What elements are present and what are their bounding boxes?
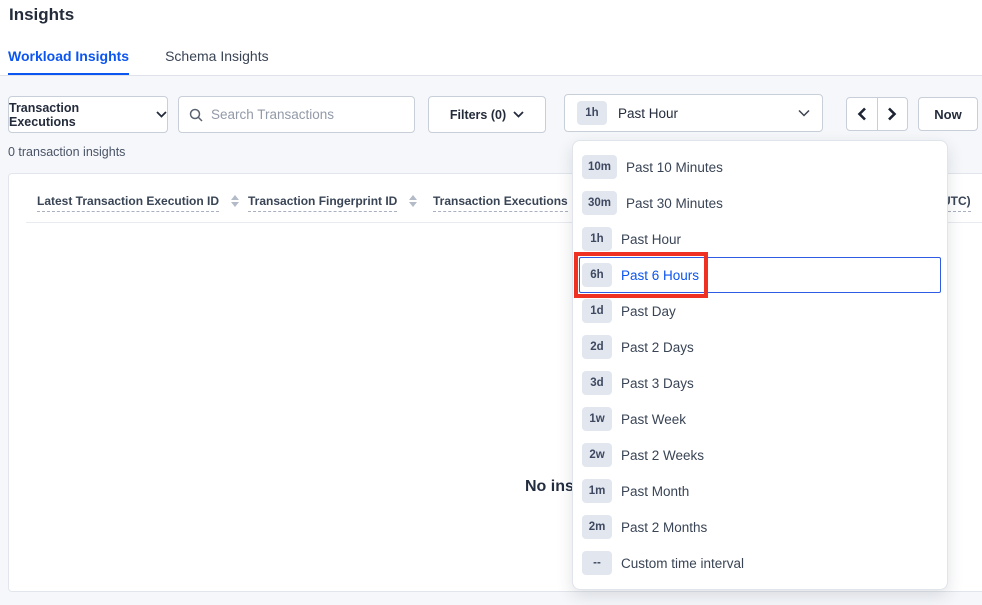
column-header-transaction-executions[interactable]: Transaction Executions bbox=[433, 194, 568, 212]
time-option-badge: 10m bbox=[582, 155, 617, 179]
time-option[interactable]: 1m Past Month bbox=[579, 473, 941, 509]
time-option-badge: 2m bbox=[582, 515, 612, 539]
time-option-label: Past 2 Weeks bbox=[621, 448, 704, 463]
sort-icon[interactable] bbox=[409, 195, 417, 207]
chevron-down-icon bbox=[513, 111, 524, 118]
time-option-badge: 6h bbox=[582, 263, 612, 287]
time-option-badge: 2w bbox=[582, 443, 612, 467]
time-nav-group bbox=[846, 97, 908, 131]
tab-workload-insights[interactable]: Workload Insights bbox=[8, 48, 129, 75]
now-button[interactable]: Now bbox=[918, 97, 978, 131]
time-option-badge: 1h bbox=[582, 227, 612, 251]
search-box[interactable] bbox=[178, 96, 415, 133]
chevron-right-icon bbox=[887, 107, 897, 121]
time-option-label: Past 2 Months bbox=[621, 520, 707, 535]
time-range-dropdown: 10m Past 10 Minutes 30m Past 30 Minutes … bbox=[572, 140, 948, 590]
time-option[interactable]: 3d Past 3 Days bbox=[579, 365, 941, 401]
filters-button-label: Filters (0) bbox=[450, 108, 506, 122]
time-range-badge: 1h bbox=[577, 101, 607, 125]
time-option-label: Past 3 Days bbox=[621, 376, 694, 391]
time-option[interactable]: -- Custom time interval bbox=[579, 545, 941, 581]
time-option[interactable]: 2d Past 2 Days bbox=[579, 329, 941, 365]
time-option[interactable]: 2m Past 2 Months bbox=[579, 509, 941, 545]
tab-bar: Workload Insights Schema Insights bbox=[8, 48, 269, 75]
time-option-label: Past Day bbox=[621, 304, 676, 319]
time-option-label: Past 6 Hours bbox=[621, 268, 699, 283]
time-range-label: Past Hour bbox=[618, 106, 678, 121]
previous-time-button[interactable] bbox=[847, 98, 878, 130]
time-option[interactable]: 10m Past 10 Minutes bbox=[579, 149, 941, 185]
time-option-badge: 1d bbox=[582, 299, 612, 323]
sort-icon[interactable] bbox=[231, 195, 239, 207]
page-title: Insights bbox=[9, 5, 74, 25]
time-option-badge: 1w bbox=[582, 407, 612, 431]
time-option-badge: 3d bbox=[582, 371, 612, 395]
time-option-label: Past 10 Minutes bbox=[626, 160, 723, 175]
time-range-select[interactable]: 1h Past Hour bbox=[564, 94, 823, 132]
time-option-badge: 2d bbox=[582, 335, 612, 359]
column-header-label: Latest Transaction Execution ID bbox=[37, 194, 219, 212]
time-option[interactable]: 1h Past Hour bbox=[579, 221, 941, 257]
time-option-label: Custom time interval bbox=[621, 556, 744, 571]
search-input[interactable] bbox=[211, 107, 404, 122]
now-button-label: Now bbox=[934, 107, 961, 122]
chevron-down-icon bbox=[156, 111, 167, 118]
time-option-label: Past Hour bbox=[621, 232, 681, 247]
column-header-label: Transaction Fingerprint ID bbox=[248, 194, 397, 212]
time-option-label: Past Week bbox=[621, 412, 686, 427]
insights-count: 0 transaction insights bbox=[8, 145, 125, 159]
time-option[interactable]: 2w Past 2 Weeks bbox=[579, 437, 941, 473]
time-option-label: Past 30 Minutes bbox=[626, 196, 723, 211]
column-header-latest-transaction-execution-id[interactable]: Latest Transaction Execution ID bbox=[37, 194, 239, 212]
search-icon bbox=[189, 108, 203, 122]
time-option-badge: 1m bbox=[582, 479, 612, 503]
column-header-transaction-fingerprint-id[interactable]: Transaction Fingerprint ID bbox=[248, 194, 417, 212]
page-header: Insights Workload Insights Schema Insigh… bbox=[0, 0, 982, 76]
filters-button[interactable]: Filters (0) bbox=[428, 96, 546, 133]
time-option-badge: 30m bbox=[582, 191, 617, 215]
next-time-button[interactable] bbox=[878, 98, 908, 130]
chevron-left-icon bbox=[857, 107, 867, 121]
tab-schema-insights[interactable]: Schema Insights bbox=[165, 48, 269, 75]
chevron-down-icon bbox=[798, 109, 810, 117]
column-header-label: Transaction Executions bbox=[433, 194, 568, 212]
time-option-badge: -- bbox=[582, 551, 612, 575]
transaction-type-select-label: Transaction Executions bbox=[9, 101, 149, 129]
transaction-type-select[interactable]: Transaction Executions bbox=[8, 96, 168, 133]
time-option[interactable]: 1w Past Week bbox=[579, 401, 941, 437]
time-option-label: Past Month bbox=[621, 484, 689, 499]
time-option[interactable]: 30m Past 30 Minutes bbox=[579, 185, 941, 221]
time-option[interactable]: 1d Past Day bbox=[579, 293, 941, 329]
time-option-label: Past 2 Days bbox=[621, 340, 694, 355]
time-option[interactable]: 6h Past 6 Hours bbox=[579, 257, 941, 293]
